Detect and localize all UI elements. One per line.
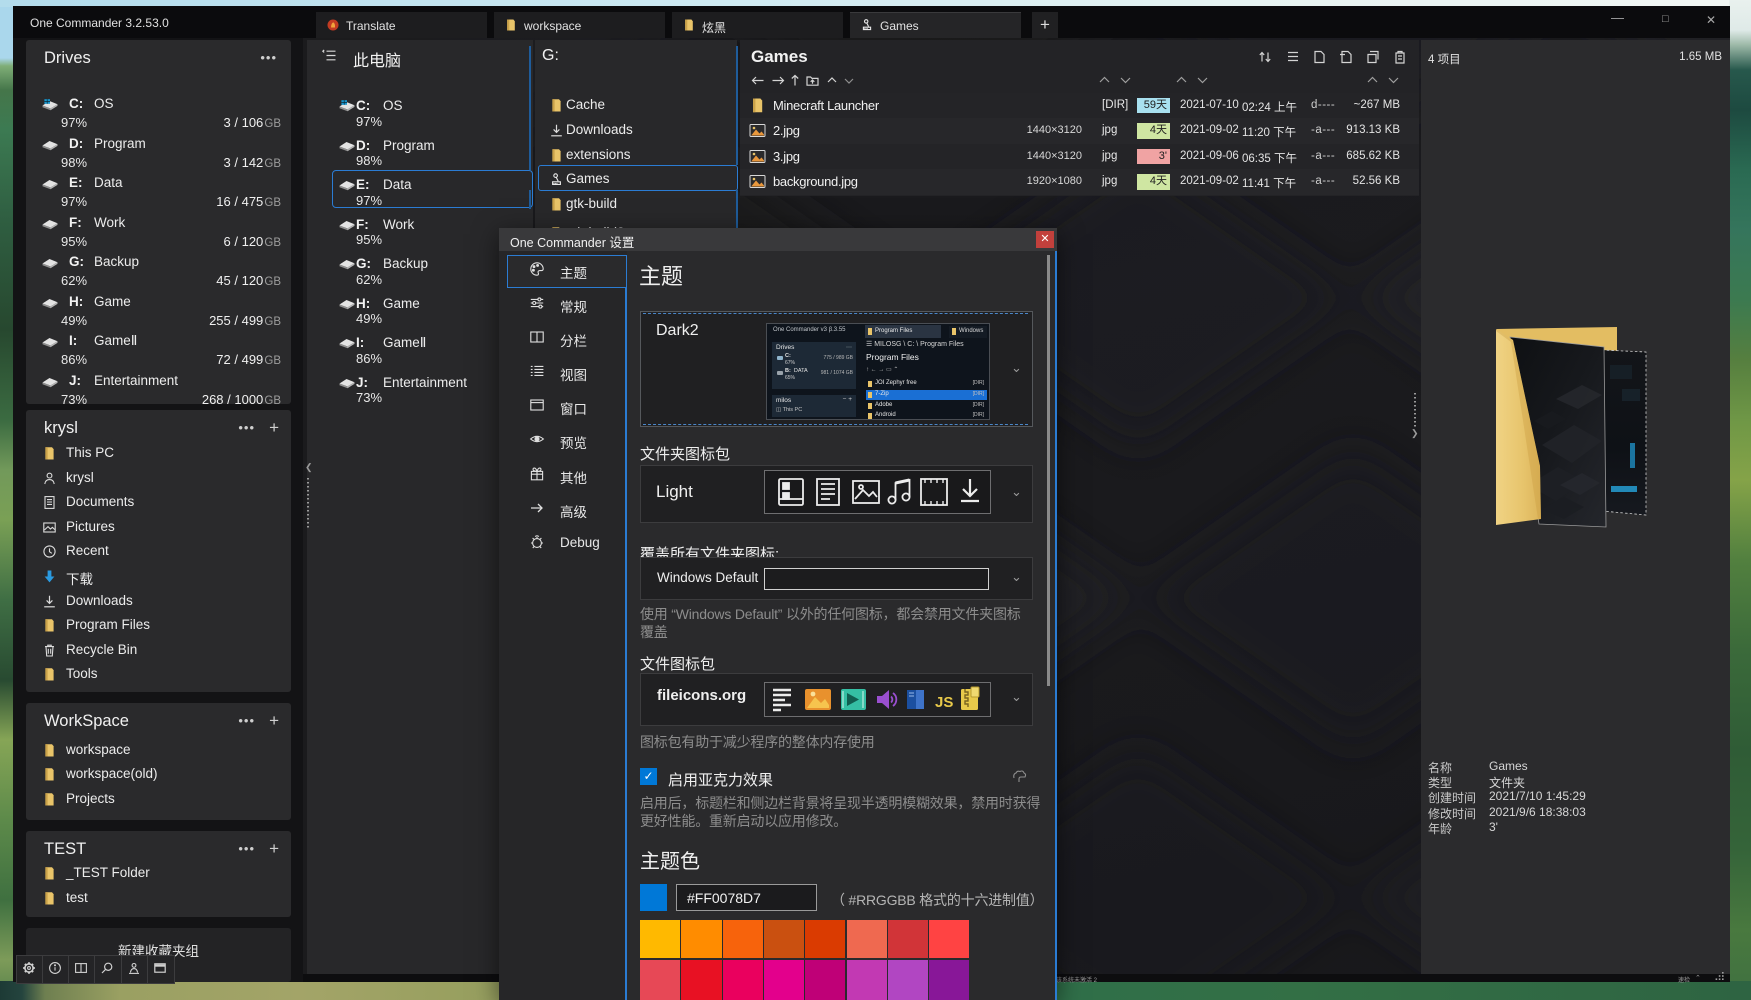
svg-text:JS: JS	[935, 694, 953, 711]
